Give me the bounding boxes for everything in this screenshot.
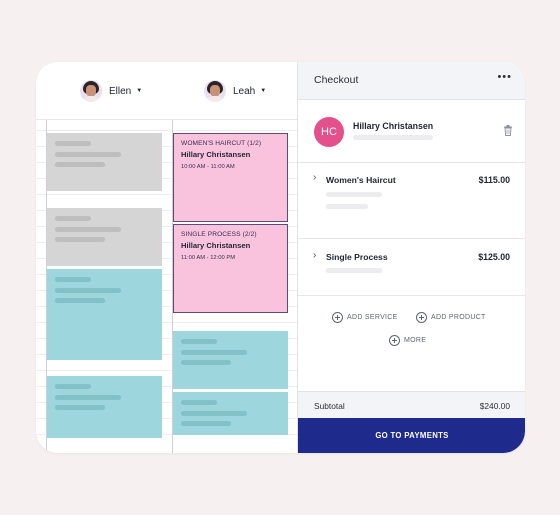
add-product-button[interactable]: ADD PRODUCT [416,312,486,323]
client-avatar: HC [314,117,344,147]
calendar-grid[interactable]: WOMEN'S HAIRCUT (1/2) Hillary Christanse… [36,120,297,453]
booked-block[interactable] [47,376,162,438]
client-detail-placeholder [353,135,433,140]
booked-block[interactable] [47,208,162,266]
calendar-header: Ellen ▼ Leah ▼ [36,62,297,120]
chevron-right-icon[interactable]: › [313,250,316,261]
service-detail-placeholder [326,192,382,197]
appointment-service: SINGLE PROCESS (2/2) [181,231,257,238]
checkout-title: Checkout [314,74,359,86]
calendar-panel: Ellen ▼ Leah ▼ WOMEN'S HAIRCUT (1/2) Hil… [36,62,297,453]
add-service-label: ADD SERVICE [347,314,398,321]
service-line-item[interactable]: › Women's Haircut $115.00 [298,163,525,239]
more-horizontal-icon[interactable]: ••• [497,71,512,83]
appointment-womens-haircut[interactable]: WOMEN'S HAIRCUT (1/2) Hillary Christanse… [173,133,288,222]
plus-circle-icon [332,312,343,323]
more-button[interactable]: MORE [389,335,426,346]
staff-ellen-selector[interactable]: Ellen ▼ [80,80,142,102]
staff-name: Ellen [109,85,132,97]
chevron-down-icon: ▼ [136,88,143,94]
more-label: MORE [404,337,427,344]
subtotal-label: Subtotal [314,401,345,411]
checkout-header: Checkout ••• [298,62,525,100]
appointment-client: Hillary Christansen [181,150,251,159]
plus-circle-icon [416,312,427,323]
appointment-time: 11:00 AM - 12:00 PM [181,255,236,261]
checkout-panel: Checkout ••• HC Hillary Christansen › Wo… [297,62,525,453]
booked-block[interactable] [47,269,162,360]
trash-icon[interactable] [503,125,513,136]
subtotal-value: $240.00 [479,401,510,411]
subtotal-row: Subtotal $240.00 [298,391,525,418]
service-price: $115.00 [478,175,510,185]
chevron-right-icon[interactable]: › [313,172,316,183]
booked-block[interactable] [173,392,288,435]
service-name: Single Process [326,252,388,262]
service-line-item[interactable]: › Single Process $125.00 [298,239,525,296]
service-detail-placeholder [326,204,368,209]
client-name: Hillary Christansen [353,121,434,131]
add-product-label: ADD PRODUCT [431,314,486,321]
client-row[interactable]: HC Hillary Christansen [298,100,525,163]
booked-block[interactable] [173,331,288,389]
grid-line [36,130,297,131]
plus-circle-icon [389,335,400,346]
staff-name: Leah [233,85,256,97]
avatar [204,80,226,102]
staff-leah-selector[interactable]: Leah ▼ [204,80,266,102]
pos-card: Ellen ▼ Leah ▼ WOMEN'S HAIRCUT (1/2) Hil… [36,62,525,453]
service-price: $125.00 [478,252,510,262]
avatar [80,80,102,102]
booked-block[interactable] [47,133,162,191]
add-service-button[interactable]: ADD SERVICE [332,312,398,323]
go-to-payments-button[interactable]: GO TO PAYMENTS [298,418,525,453]
service-detail-placeholder [326,268,382,273]
appointment-client: Hillary Christansen [181,241,251,250]
chevron-down-icon: ▼ [260,88,267,94]
appointment-service: WOMEN'S HAIRCUT (1/2) [181,140,262,147]
appointment-time: 10:00 AM - 11:00 AM [181,164,235,170]
appointment-single-process[interactable]: SINGLE PROCESS (2/2) Hillary Christansen… [173,224,288,313]
service-name: Women's Haircut [326,175,396,185]
